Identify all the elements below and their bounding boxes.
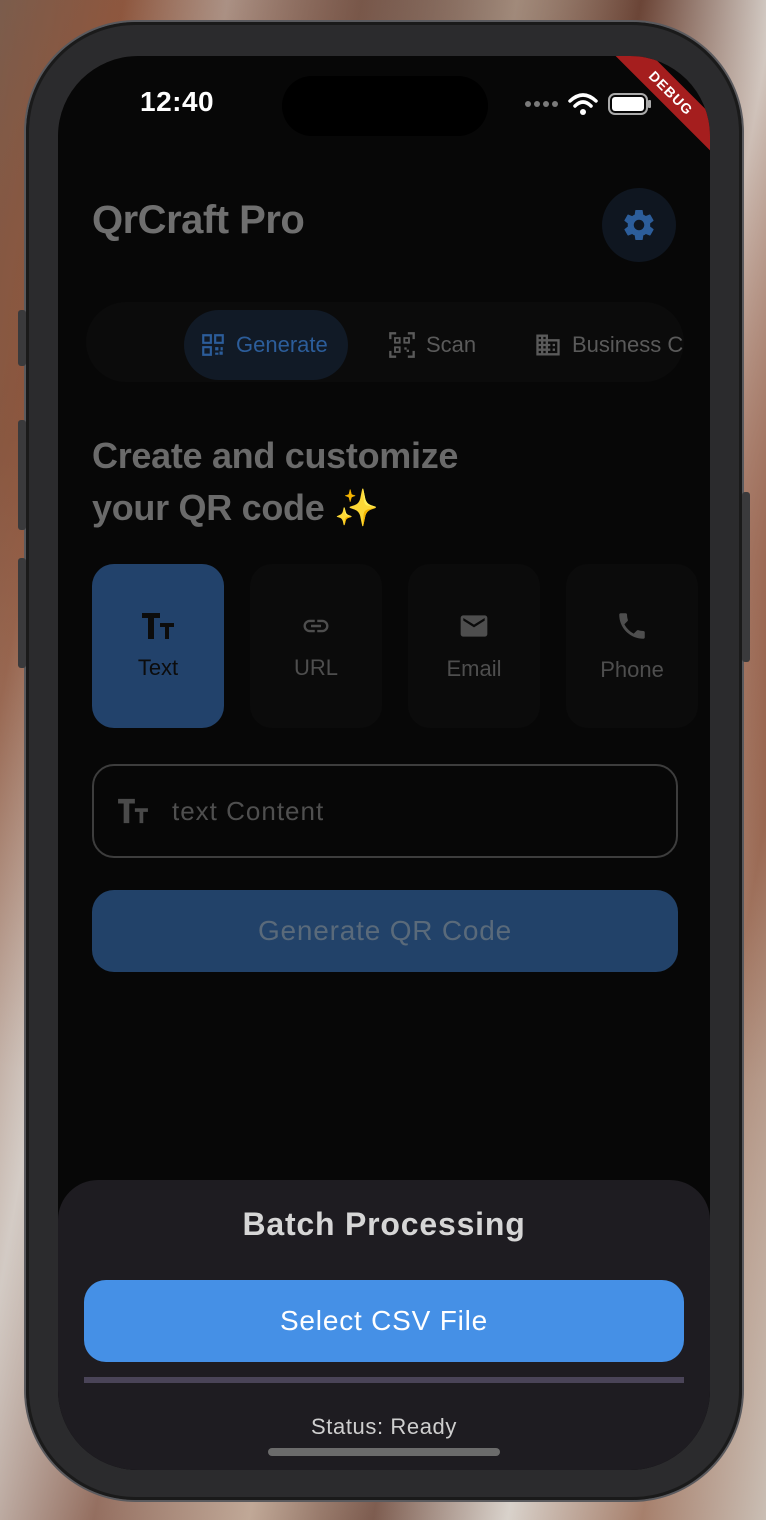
type-label: Phone xyxy=(600,657,664,682)
select-csv-button[interactable]: Select CSV File xyxy=(84,1280,684,1362)
text-icon xyxy=(118,798,148,824)
type-email-card[interactable]: Email xyxy=(408,564,540,728)
link-icon xyxy=(303,619,329,633)
tab-scan[interactable]: Scan xyxy=(388,310,476,380)
status-icons xyxy=(524,92,652,116)
headline-line-1: Create and customize xyxy=(92,435,459,476)
qr-code-icon xyxy=(202,334,224,356)
text-content-field[interactable] xyxy=(92,764,678,858)
gear-icon xyxy=(624,210,654,241)
type-label: URL xyxy=(293,655,338,680)
text-icon xyxy=(142,613,174,639)
tab-business-card[interactable]: Business C xyxy=(534,310,683,380)
headline-line-2: your QR code ✨ xyxy=(92,487,379,528)
status-time: 12:40 xyxy=(140,86,215,117)
type-url-card[interactable]: URL xyxy=(250,564,382,728)
type-label: Email xyxy=(446,656,502,681)
app-screen: 12:40 DEBUG QrCraft Pro Generate Scan Bu… xyxy=(58,56,710,1470)
type-label: Text xyxy=(137,655,179,680)
volume-down-button xyxy=(18,558,26,668)
text-content-input[interactable] xyxy=(170,794,614,828)
generate-qr-button[interactable]: Generate QR Code xyxy=(92,890,678,972)
settings-button[interactable] xyxy=(602,188,676,262)
tab-label: Generate xyxy=(236,332,328,357)
tab-label: Scan xyxy=(426,332,477,357)
power-button xyxy=(742,492,750,662)
batch-progress-bar xyxy=(84,1377,684,1383)
home-indicator xyxy=(268,1448,500,1456)
phone-icon xyxy=(619,613,645,639)
batch-title: Batch Processing xyxy=(242,1206,526,1242)
qr-scan-icon xyxy=(389,332,415,358)
tab-label: Business C xyxy=(572,332,684,357)
action-button xyxy=(18,310,26,366)
main-tabs: Generate Scan Business C xyxy=(86,302,684,382)
battery-icon xyxy=(608,93,651,115)
email-icon xyxy=(460,615,488,637)
volume-up-button xyxy=(18,420,26,530)
batch-processing-sheet: Batch Processing Select CSV File Status:… xyxy=(58,1180,710,1470)
dynamic-island xyxy=(282,76,488,136)
business-icon xyxy=(536,334,560,356)
app-title: QrCraft Pro xyxy=(92,198,305,242)
type-text-card[interactable]: Text xyxy=(92,564,224,728)
batch-status: Status: Ready xyxy=(311,1414,457,1439)
page-headline: Create and customize your QR code ✨ xyxy=(92,430,458,534)
signal-icon xyxy=(525,101,558,107)
content-type-selector: Text URL Email Phone xyxy=(92,564,698,728)
tab-generate[interactable]: Generate xyxy=(184,310,348,380)
wifi-icon xyxy=(568,93,598,115)
type-phone-card[interactable]: Phone xyxy=(566,564,698,728)
